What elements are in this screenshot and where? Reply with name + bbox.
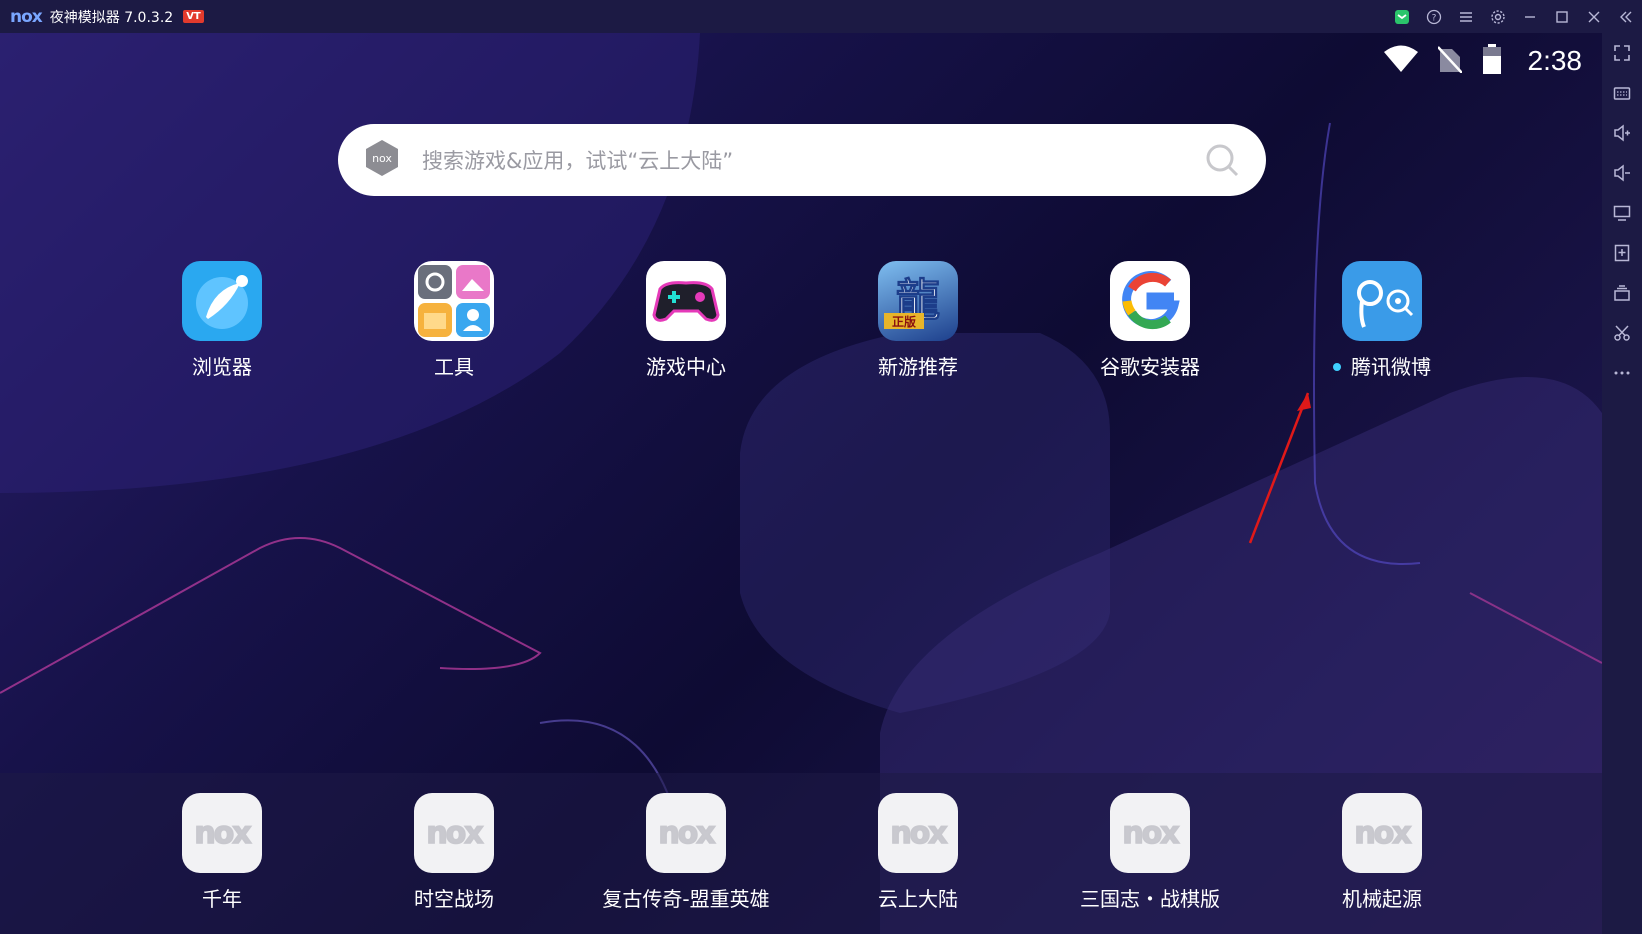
app-google-installer[interactable]: 谷歌安装器 — [1034, 261, 1266, 380]
gamepad-icon — [646, 261, 726, 341]
svg-text:?: ? — [1432, 13, 1437, 23]
svg-text:正版: 正版 — [892, 314, 916, 329]
close-icon[interactable] — [1578, 0, 1610, 33]
nox-placeholder-icon: nox — [414, 793, 494, 873]
search-bar[interactable]: nox 搜索游戏&应用，试试“云上大陆” — [338, 124, 1266, 196]
tool-sidebar — [1602, 33, 1642, 934]
app-game-center[interactable]: 游戏中心 — [570, 261, 802, 380]
new-badge-dot — [1333, 362, 1341, 371]
nox-logo: nox — [10, 6, 43, 27]
search-placeholder: 搜索游戏&应用，试试“云上大陆” — [422, 149, 734, 173]
battery-icon — [1482, 44, 1502, 78]
no-sim-icon — [1436, 45, 1463, 77]
multi-instance-icon[interactable] — [1602, 273, 1642, 313]
app-tencent-weibo[interactable]: 腾讯微博 — [1266, 261, 1498, 380]
search-icon[interactable] — [1204, 142, 1240, 182]
clock: 2:38 — [1527, 45, 1583, 76]
app-label: 复古传奇-盟重英雄 — [602, 887, 770, 911]
keyboard-icon[interactable] — [1602, 73, 1642, 113]
volume-down-icon[interactable] — [1602, 153, 1642, 193]
app-label: 时空战场 — [414, 887, 494, 911]
dock-app-fugu[interactable]: nox 复古传奇-盟重英雄 — [570, 793, 802, 912]
nox-placeholder-icon: nox — [646, 793, 726, 873]
tools-icon — [414, 261, 494, 341]
app-label: 千年 — [202, 887, 242, 911]
app-browser[interactable]: 浏览器 — [106, 261, 338, 380]
dock-app-qiannian[interactable]: nox 千年 — [106, 793, 338, 912]
more-icon[interactable] — [1602, 353, 1642, 393]
nox-hex-icon: nox — [364, 139, 400, 181]
fullscreen-icon[interactable] — [1602, 33, 1642, 73]
svg-text:nox: nox — [372, 152, 392, 165]
browser-icon — [182, 261, 262, 341]
new-games-icon: 龍正版 — [878, 261, 958, 341]
android-screen: 2:38 nox 搜索游戏&应用，试试“云上大陆” 浏览器 工具 游戏中心 龍正… — [0, 33, 1602, 934]
minimize-icon[interactable] — [1514, 0, 1546, 33]
dock-app-jixie[interactable]: nox 机械起源 — [1266, 793, 1498, 912]
app-label: 三国志・战棋版 — [1080, 887, 1220, 911]
dock-app-sanguo[interactable]: nox 三国志・战棋版 — [1034, 793, 1266, 912]
nox-placeholder-icon: nox — [878, 793, 958, 873]
app-label: 工具 — [434, 355, 474, 379]
window-title: 夜神模拟器 7.0.3.2 — [49, 9, 174, 26]
app-label: 谷歌安装器 — [1100, 355, 1200, 379]
collapse-sidebar-icon[interactable] — [1610, 0, 1642, 33]
assistant-icon[interactable] — [1386, 0, 1418, 33]
title-controls: ? — [1386, 0, 1642, 33]
nox-placeholder-icon: nox — [1110, 793, 1190, 873]
nox-placeholder-icon: nox — [1342, 793, 1422, 873]
nox-placeholder-icon: nox — [182, 793, 262, 873]
dock-app-shikong[interactable]: nox 时空战场 — [338, 793, 570, 912]
screen-icon[interactable] — [1602, 193, 1642, 233]
app-label: 腾讯微博 — [1266, 351, 1498, 380]
maximize-icon[interactable] — [1546, 0, 1578, 33]
google-icon — [1110, 261, 1190, 341]
app-new-games[interactable]: 龍正版 新游推荐 — [802, 261, 1034, 380]
app-label: 云上大陆 — [878, 887, 958, 911]
app-tools[interactable]: 工具 — [338, 261, 570, 380]
title-bar: nox 夜神模拟器 7.0.3.2 VT ? — [0, 0, 1642, 33]
cut-icon[interactable] — [1602, 313, 1642, 353]
tencent-weibo-icon — [1342, 261, 1422, 341]
app-label: 游戏中心 — [646, 355, 726, 379]
help-icon[interactable]: ? — [1418, 0, 1450, 33]
wifi-icon — [1383, 45, 1418, 77]
app-label: 浏览器 — [192, 355, 252, 379]
vt-badge: VT — [183, 10, 204, 23]
dock-app-yunshang[interactable]: nox 云上大陆 — [802, 793, 1034, 912]
volume-up-icon[interactable] — [1602, 113, 1642, 153]
status-bar: 2:38 — [1383, 37, 1583, 85]
menu-icon[interactable] — [1450, 0, 1482, 33]
settings-icon[interactable] — [1482, 0, 1514, 33]
app-label: 新游推荐 — [878, 355, 958, 379]
app-label: 机械起源 — [1342, 887, 1422, 911]
add-apk-icon[interactable] — [1602, 233, 1642, 273]
